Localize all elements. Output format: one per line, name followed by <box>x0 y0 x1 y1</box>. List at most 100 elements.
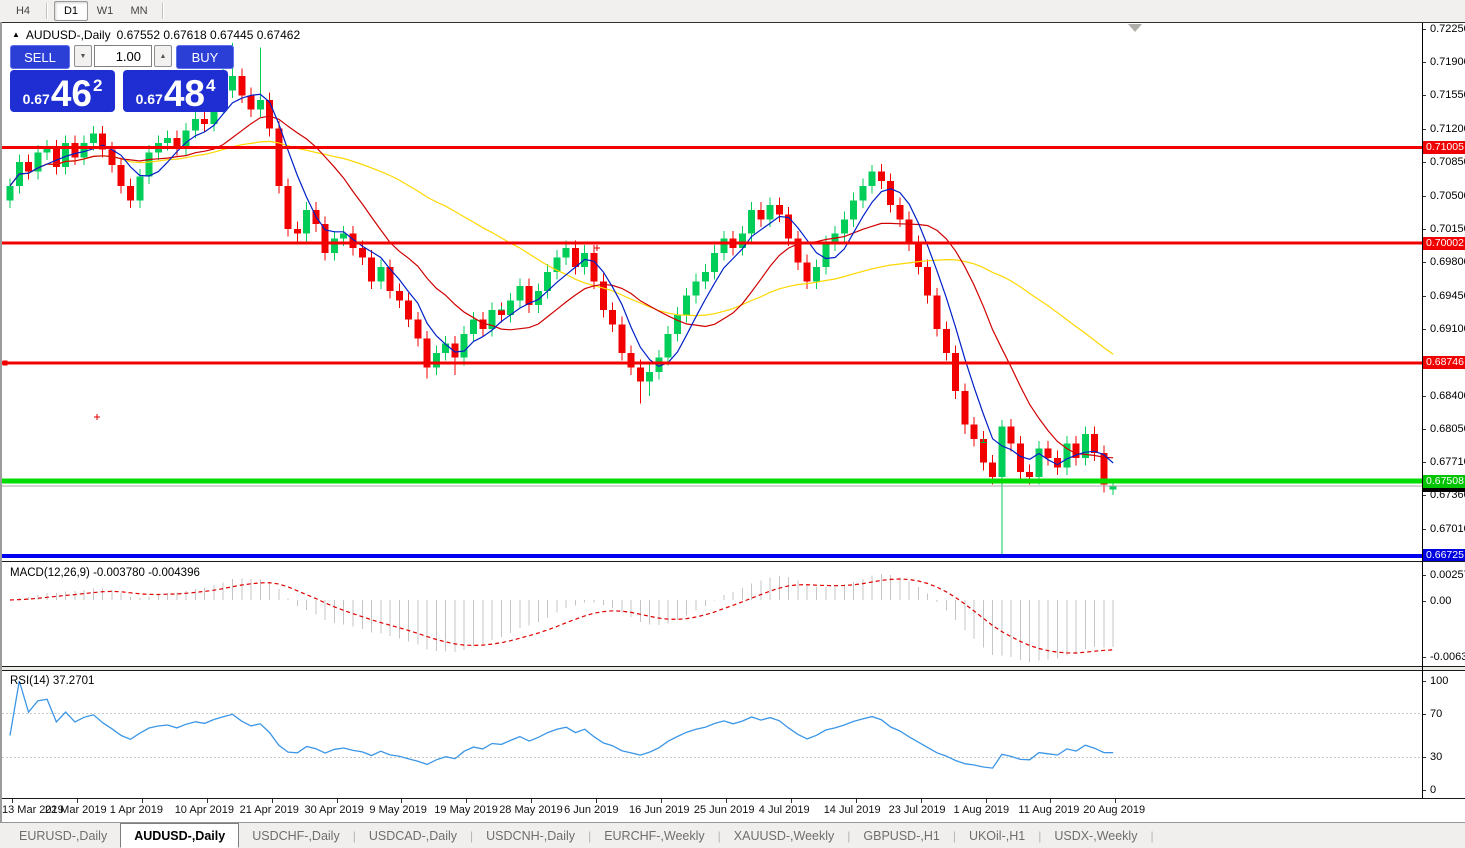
candle-body <box>627 352 635 368</box>
date-tick <box>1050 799 1052 803</box>
date-label: 14 Jul 2019 <box>823 804 881 816</box>
timeframe-h4-button[interactable]: H4 <box>6 1 40 21</box>
tab-usdchf-daily[interactable]: USDCHF-,Daily <box>239 823 353 848</box>
tab-separator: | <box>1150 828 1154 843</box>
tab-eurusd-daily[interactable]: EURUSD-,Daily <box>6 823 120 848</box>
sell-price-box[interactable]: 0.67 46 2 <box>10 70 115 112</box>
tab-usdx-weekly[interactable]: USDX-,Weekly <box>1041 823 1150 848</box>
volume-increase-button[interactable]: ▲ <box>154 45 172 67</box>
tab-xauusd-weekly[interactable]: XAUUSD-,Weekly <box>721 823 847 848</box>
candle-body <box>275 128 283 186</box>
tab-audusd-daily[interactable]: AUDUSD-,Daily <box>120 823 240 848</box>
buy-button[interactable]: BUY <box>176 45 234 69</box>
volume-input[interactable] <box>94 45 152 67</box>
candle-body <box>330 238 338 253</box>
candle-body <box>877 171 885 182</box>
candle-body <box>701 271 709 282</box>
buy-price-box[interactable]: 0.67 48 4 <box>123 70 228 112</box>
macd-histogram <box>18 574 1114 662</box>
candle-body <box>952 352 960 392</box>
date-tick <box>985 799 987 803</box>
candle-body <box>812 267 820 282</box>
window-border-top <box>0 22 1465 23</box>
candle-body <box>497 310 505 315</box>
date-tick <box>76 799 78 803</box>
candle-body <box>25 162 33 172</box>
date-label: 19 May 2019 <box>434 804 498 816</box>
price-axis[interactable]: 0.72250 0.71900 0.71550 0.71200 0.70850 0.705… <box>1422 24 1465 561</box>
date-tick <box>1115 799 1117 803</box>
price-tick-label: 0.67710 <box>1430 455 1465 468</box>
buy-price-sup: 4 <box>205 76 216 95</box>
candle-body <box>377 267 385 282</box>
hline-0.70002[interactable] <box>2 241 1422 245</box>
date-label: 23 Jul 2019 <box>888 804 946 816</box>
volume-decrease-button[interactable]: ▼ <box>74 45 92 67</box>
current-price-line <box>2 485 1422 487</box>
timeframe-toolbar: H4 D1 W1 MN <box>0 0 1465 22</box>
candle-body <box>840 219 848 234</box>
date-tick <box>271 799 273 803</box>
timeframe-mn-button[interactable]: MN <box>122 1 156 21</box>
collapse-icon[interactable]: ▲ <box>12 30 20 40</box>
macd-panel[interactable] <box>2 563 1422 666</box>
candle-body <box>942 329 950 353</box>
hline-anchor <box>2 360 8 366</box>
candle-body <box>896 205 904 220</box>
candle-body <box>256 100 264 110</box>
candle-body <box>998 426 1006 478</box>
hline-0.66725[interactable] <box>2 553 1422 558</box>
hline-0.67508[interactable] <box>2 478 1422 484</box>
candle-body <box>460 333 468 358</box>
chevron-up-icon: ▲ <box>159 52 167 60</box>
candle-body <box>1035 448 1043 478</box>
trade-controls-row: SELL ▼ ▲ BUY <box>10 45 234 69</box>
tab-ukoil-h1[interactable]: UKOil-,H1 <box>956 823 1038 848</box>
candle-body <box>247 95 255 110</box>
candle-body <box>117 164 125 186</box>
date-label: 10 Apr 2019 <box>174 804 235 816</box>
tab-eurchf-weekly[interactable]: EURCHF-,Weekly <box>591 823 717 848</box>
rsi-line <box>9 680 1114 769</box>
candle-body <box>228 76 236 91</box>
candle-body <box>405 300 413 320</box>
date-axis[interactable]: 13 Mar 2019 22 Mar 2019 1 Apr 2019 10 Apr 2… <box>0 799 1465 821</box>
hline-0.68746[interactable] <box>2 361 1422 365</box>
date-tick <box>531 799 533 803</box>
candle-body <box>303 209 311 234</box>
tab-usdcnh-daily[interactable]: USDCNH-,Daily <box>473 823 588 848</box>
chart-shift-marker[interactable] <box>1128 24 1142 32</box>
hline-0.71005[interactable] <box>2 145 1422 149</box>
candle-body <box>358 247 366 258</box>
candle-body <box>914 243 922 268</box>
macd-axis-label: 0.002574 <box>1430 569 1465 581</box>
tab-gbpusd-h1[interactable]: GBPUSD-,H1 <box>850 823 952 848</box>
tab-usdcad-daily[interactable]: USDCAD-,Daily <box>356 823 470 848</box>
candle-body <box>368 257 376 282</box>
date-label: 4 Jul 2019 <box>758 804 810 816</box>
timeframe-d1-button[interactable]: D1 <box>54 1 88 21</box>
rsi-panel[interactable] <box>2 671 1422 798</box>
candle-body <box>386 267 394 291</box>
date-tick <box>855 799 857 803</box>
candle-body <box>636 367 644 382</box>
candle-body <box>590 252 598 282</box>
candle-body <box>766 205 774 220</box>
candle-body <box>961 391 969 425</box>
date-tick <box>920 799 922 803</box>
price-tick-label: 0.68050 <box>1430 423 1465 436</box>
candle-body <box>711 252 719 272</box>
price-tick-label: 0.69450 <box>1430 289 1465 302</box>
sell-price-sup: 2 <box>92 76 103 95</box>
timeframe-w1-button[interactable]: W1 <box>88 1 122 21</box>
candle-body <box>646 372 654 382</box>
candle-body <box>534 290 542 306</box>
candle-body <box>683 295 691 315</box>
macd-label: MACD(12,26,9) -0.003780 -0.004396 <box>10 567 200 579</box>
candle-body <box>562 247 570 258</box>
ma-line-34 <box>9 140 1114 355</box>
candle-body <box>470 319 477 334</box>
sell-button[interactable]: SELL <box>10 45 70 69</box>
price-badge-0.70002: 0.70002 <box>1423 236 1465 250</box>
candle-body <box>970 424 978 439</box>
